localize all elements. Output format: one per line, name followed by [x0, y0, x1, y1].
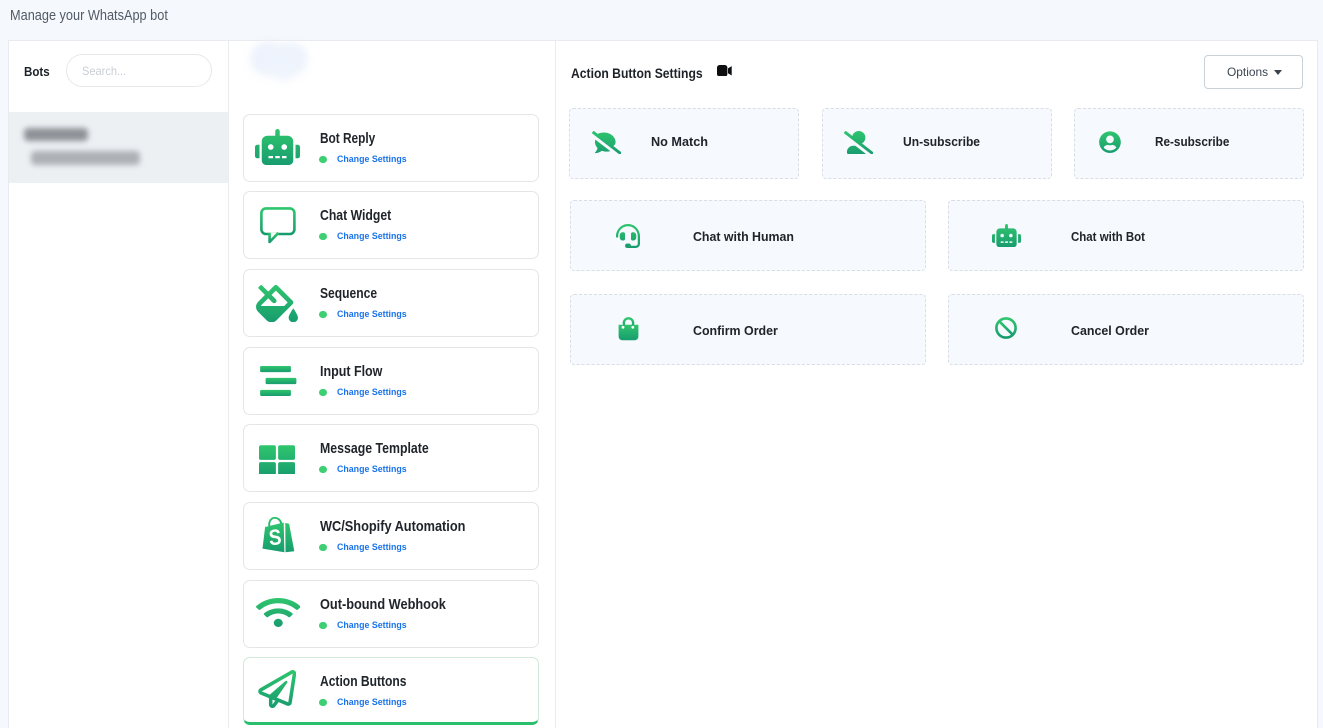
- svg-text:S: S: [268, 524, 283, 550]
